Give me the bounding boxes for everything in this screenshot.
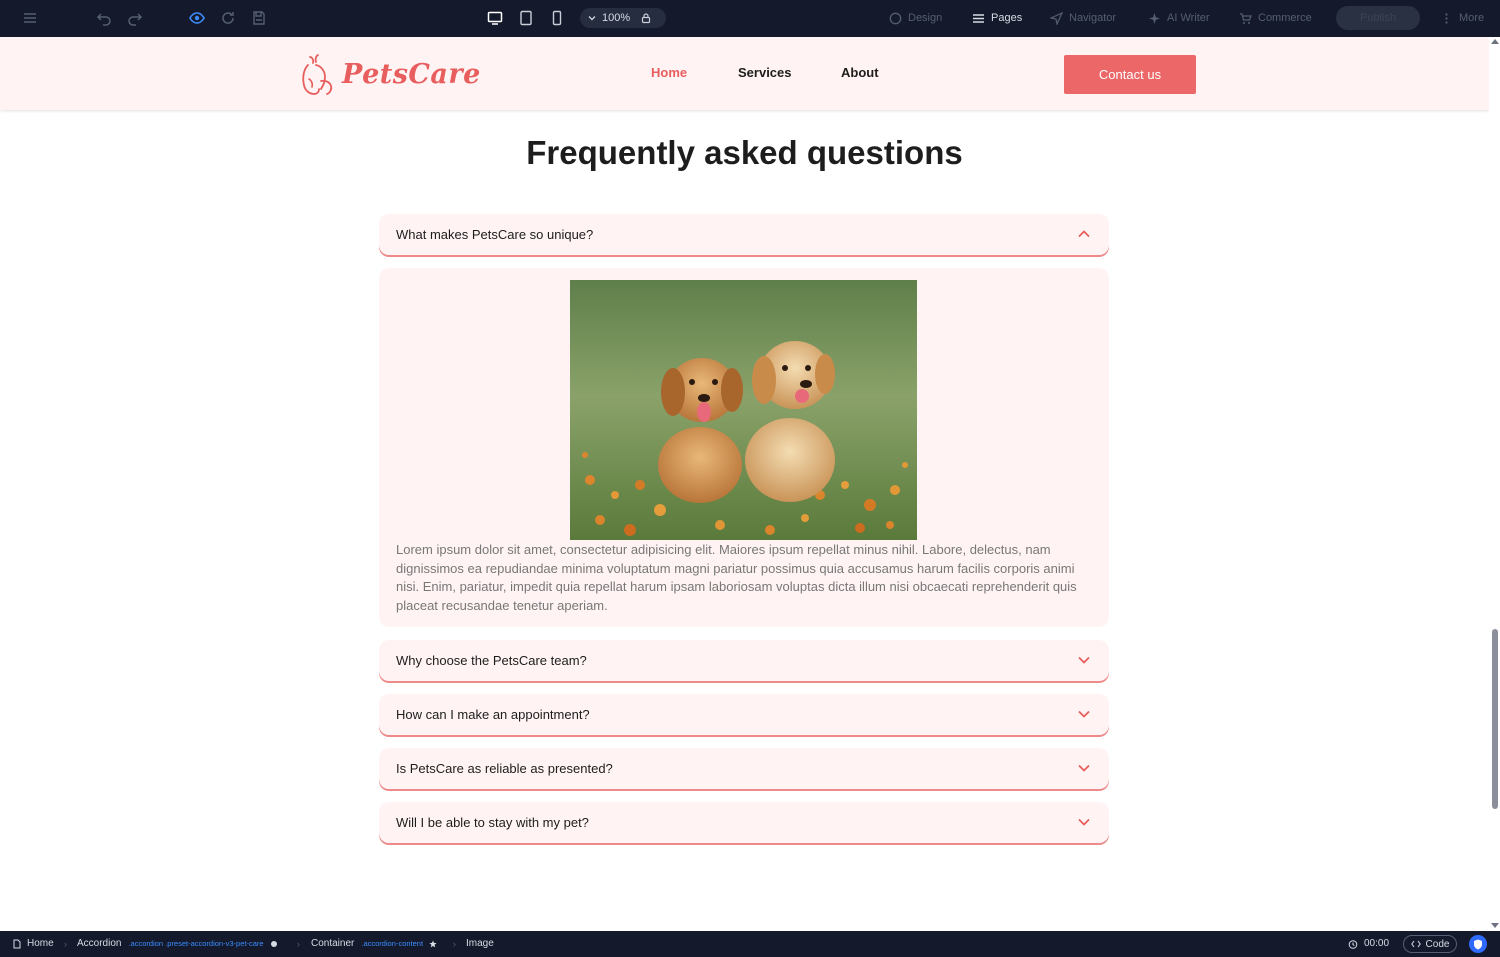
chevron-down-icon (1078, 656, 1090, 664)
accordion-header-3[interactable]: How can I make an appointment? (379, 694, 1109, 735)
cart-icon (1240, 12, 1252, 24)
ai-writer-label: AI Writer (1167, 12, 1210, 24)
nav-services[interactable]: Services (738, 65, 792, 80)
chevron-down-icon (1078, 818, 1090, 826)
page-canvas: PetsCare Home Services About Contact us … (0, 37, 1489, 931)
accordion-header-1[interactable]: What makes PetsCare so unique? (379, 214, 1109, 255)
breadcrumb-image[interactable]: Image (466, 938, 494, 949)
logo-text: PetsCare (342, 58, 481, 90)
accordion-question: How can I make an appointment? (396, 707, 590, 722)
puppies-image[interactable] (570, 280, 917, 540)
menu-icon[interactable] (20, 8, 40, 28)
more-label: More (1459, 12, 1485, 24)
breadcrumb-separator-icon: › (297, 939, 300, 949)
accordion-content: Lorem ipsum dolor sit amet, consectetur … (379, 268, 1109, 627)
mobile-view-icon[interactable] (547, 8, 567, 28)
petscare-logo[interactable]: PetsCare (296, 51, 481, 97)
accordion-question: Why choose the PetsCare team? (396, 653, 587, 668)
accordion-question: What makes PetsCare so unique? (396, 227, 594, 242)
status-bar: Home › Accordion .accordion .preset-acco… (0, 931, 1500, 957)
ai-writer-menu[interactable]: AI Writer (1148, 10, 1210, 26)
list-icon (973, 13, 984, 23)
chevron-up-icon (1078, 230, 1090, 238)
breadcrumb-label: Image (466, 938, 494, 949)
breadcrumb-label: Home (27, 938, 54, 949)
zoom-value: 100% (602, 12, 631, 24)
breadcrumb-class: .accordion .preset-accordion-v3-pet-care (128, 939, 264, 948)
breadcrumb-separator-icon: › (453, 939, 456, 949)
scroll-thumb[interactable] (1492, 629, 1498, 809)
site-header: PetsCare Home Services About Contact us (0, 37, 1489, 110)
accordion-answer-text: Lorem ipsum dolor sit amet, consectetur … (396, 542, 1077, 613)
breadcrumb-container[interactable]: Container .accordion-content (311, 938, 437, 949)
code-label: Code (1425, 938, 1450, 950)
scroll-down-arrow-icon[interactable] (1491, 923, 1499, 928)
chevron-down-icon (588, 16, 596, 21)
nav-home[interactable]: Home (651, 65, 687, 80)
star-icon (429, 940, 437, 947)
breadcrumb-home[interactable]: Home (12, 938, 54, 949)
faq-title: Frequently asked questions (526, 134, 963, 171)
canvas-scrollbar[interactable] (1489, 37, 1500, 931)
scroll-up-arrow-icon[interactable] (1491, 39, 1499, 44)
editor-toolbar: 100% Design Pages Navigator AI Writer Co… (0, 0, 1500, 37)
publish-label: Publish (1359, 12, 1397, 24)
zoom-control[interactable]: 100% (580, 8, 666, 28)
chevron-down-icon (1078, 764, 1090, 772)
chevron-down-icon (1078, 710, 1090, 718)
timer: 00:00 (1348, 938, 1389, 949)
desktop-view-icon[interactable] (485, 8, 505, 28)
publish-button[interactable]: Publish (1336, 6, 1420, 30)
navigator-menu[interactable]: Navigator (1050, 10, 1116, 26)
refresh-icon[interactable] (218, 8, 238, 28)
commerce-label: Commerce (1258, 12, 1312, 24)
breadcrumb-accordion[interactable]: Accordion .accordion .preset-accordion-v… (77, 938, 278, 949)
undo-icon[interactable] (94, 8, 114, 28)
commerce-menu[interactable]: Commerce (1239, 10, 1312, 26)
contact-us-button[interactable]: Contact us (1064, 55, 1196, 94)
accordion-question: Is PetsCare as reliable as presented? (396, 761, 613, 776)
more-menu[interactable]: More (1440, 10, 1484, 26)
timer-value: 00:00 (1364, 938, 1390, 949)
breadcrumb-label: Accordion (77, 938, 122, 949)
pet-logo-icon (302, 54, 333, 95)
save-icon[interactable] (249, 8, 269, 28)
code-button[interactable]: Code (1403, 935, 1457, 953)
accordion-header-5[interactable]: Will I be able to stay with my pet? (379, 802, 1109, 843)
nav-about[interactable]: About (841, 65, 879, 80)
contact-us-label: Contact us (1098, 67, 1162, 82)
navigator-icon (1050, 11, 1063, 25)
accordion-header-2[interactable]: Why choose the PetsCare team? (379, 640, 1109, 681)
breadcrumb-class: .accordion-content (361, 939, 424, 948)
tablet-view-icon[interactable] (516, 8, 536, 28)
accordion-header-4[interactable]: Is PetsCare as reliable as presented? (379, 748, 1109, 789)
code-icon (1410, 940, 1421, 948)
pages-menu[interactable]: Pages (972, 10, 1022, 26)
page-icon (13, 939, 21, 948)
sparkle-icon (1149, 12, 1160, 24)
tag-icon (270, 940, 277, 947)
accordion-question: Will I be able to stay with my pet? (396, 815, 589, 830)
preview-eye-icon[interactable] (187, 8, 207, 28)
breadcrumb-separator-icon: › (64, 939, 67, 949)
breadcrumb-label: Container (311, 938, 355, 949)
more-vertical-icon (1445, 12, 1448, 24)
navigator-label: Navigator (1069, 12, 1117, 24)
design-menu[interactable]: Design (889, 10, 942, 26)
clock-icon (1348, 939, 1358, 949)
palette-icon (889, 12, 902, 24)
redo-icon[interactable] (125, 8, 145, 28)
pages-label: Pages (991, 12, 1023, 24)
shield-icon[interactable] (1469, 935, 1487, 953)
design-label: Design (908, 12, 943, 24)
lock-icon[interactable] (640, 12, 652, 24)
